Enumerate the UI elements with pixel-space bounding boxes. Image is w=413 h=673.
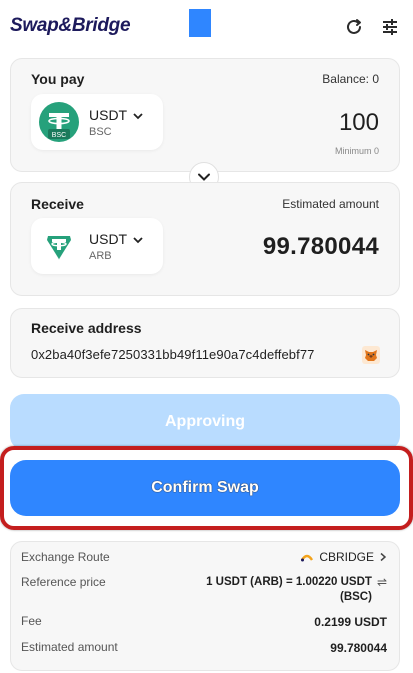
- chevron-down-icon: [133, 237, 143, 244]
- tether-bsc-icon: BSC: [39, 102, 79, 142]
- balance-text: Balance: 0: [322, 72, 379, 86]
- chevron-right-icon: [380, 552, 387, 562]
- exchange-route-value: CBRIDGE: [319, 550, 374, 564]
- swap-info-card: Exchange Route CBRIDGE Reference price 1…: [10, 541, 400, 671]
- reference-price-value: 1 USDT (ARB) = 1.00220 USDT (BSC): [206, 576, 372, 603]
- receive-token-chain: ARB: [89, 250, 112, 262]
- receive-label: Receive: [31, 196, 84, 212]
- minimum-text: Minimum 0: [334, 146, 379, 156]
- confirm-swap-button[interactable]: Confirm Swap: [10, 460, 400, 516]
- pay-token-symbol: USDT: [89, 107, 128, 123]
- metamask-fox-icon[interactable]: [362, 346, 380, 364]
- svg-text:BSC: BSC: [52, 132, 66, 139]
- pay-token-chain: BSC: [89, 126, 112, 138]
- estimated-amount-label: Estimated amount: [282, 197, 379, 211]
- receive-address-label: Receive address: [31, 320, 142, 336]
- estimated-amount-info-value: 99.780044: [330, 641, 387, 655]
- reference-price-row: 1 USDT (ARB) = 1.00220 USDT (BSC) ⇌: [187, 575, 387, 605]
- app-logo: Swap&Bridge: [10, 15, 131, 36]
- refresh-icon[interactable]: [343, 16, 365, 38]
- chevron-down-icon: [198, 173, 210, 181]
- reference-price-label: Reference price: [21, 575, 106, 589]
- blue-placeholder-block: [189, 9, 211, 37]
- receive-card: Receive Estimated amount USDT ARB 99.780…: [10, 182, 400, 296]
- exchange-route-label: Exchange Route: [21, 550, 110, 564]
- exchange-route-selector[interactable]: CBRIDGE: [300, 550, 387, 564]
- receive-address-card: Receive address 0x2ba40f3efe7250331bb49f…: [10, 308, 400, 378]
- receive-amount: 99.780044: [262, 233, 379, 260]
- fee-value: 0.2199 USDT: [314, 615, 387, 629]
- pay-amount-input[interactable]: 100: [339, 109, 379, 137]
- settings-sliders-icon[interactable]: [379, 16, 401, 38]
- receive-token-selector[interactable]: USDT ARB: [31, 218, 163, 274]
- approving-button[interactable]: Approving: [10, 394, 400, 450]
- pay-token-selector[interactable]: BSC USDT BSC: [31, 94, 163, 150]
- swap-rate-icon[interactable]: ⇌: [377, 575, 387, 590]
- tether-arb-icon: [45, 232, 73, 260]
- pay-label: You pay: [31, 71, 85, 87]
- pay-card: You pay Balance: 0 BSC USDT BSC 100 Mini…: [10, 58, 400, 172]
- chevron-down-icon: [133, 113, 143, 120]
- receive-token-symbol: USDT: [89, 231, 128, 247]
- receive-address-value[interactable]: 0x2ba40f3efe7250331bb49f11e90a7c4deffebf…: [31, 347, 315, 362]
- cbridge-logo-icon: [301, 554, 314, 562]
- fee-label: Fee: [21, 614, 42, 628]
- estimated-amount-info-label: Estimated amount: [21, 640, 118, 654]
- header: Swap&Bridge: [0, 0, 413, 52]
